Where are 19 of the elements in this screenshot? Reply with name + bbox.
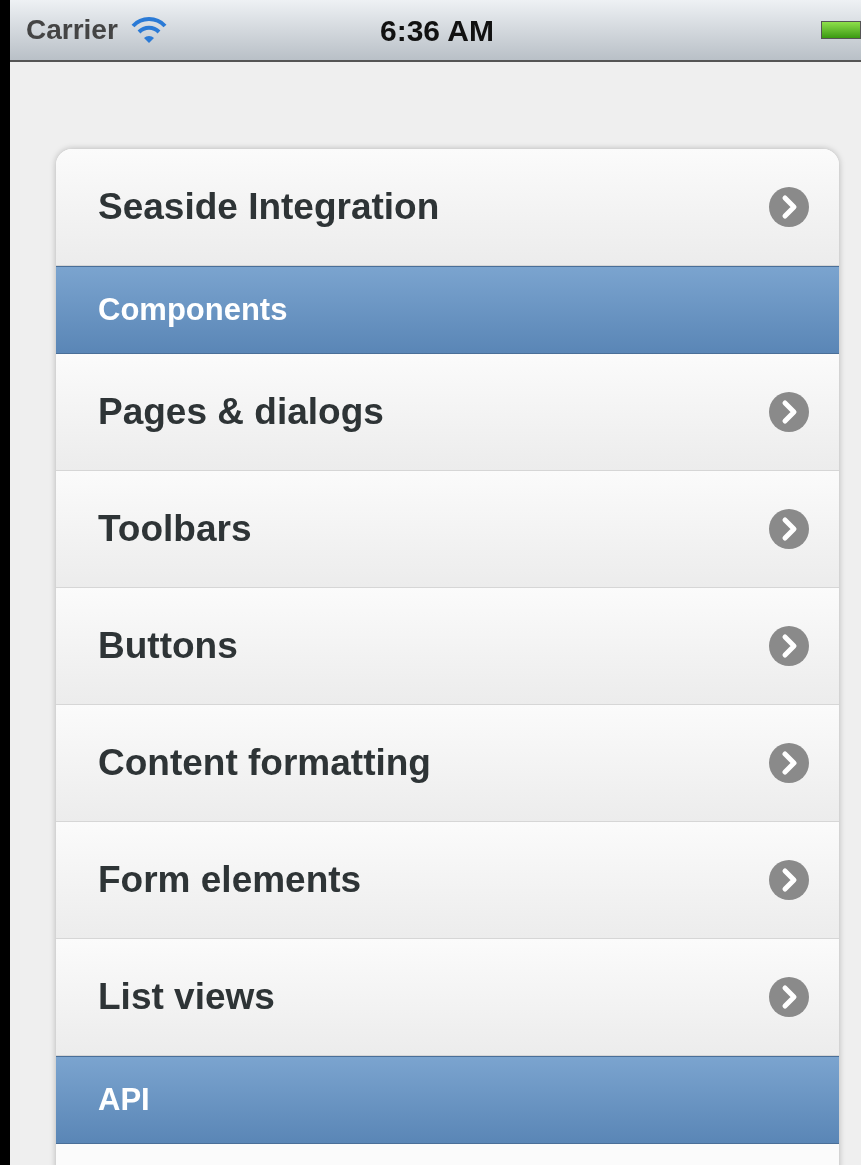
list-item[interactable]: Seaside Integration	[56, 149, 839, 266]
chevron-circle-icon	[769, 743, 809, 783]
chevron-circle-icon	[769, 626, 809, 666]
section-header: API	[56, 1056, 839, 1144]
list-item[interactable]: Content formatting	[56, 705, 839, 822]
list-item[interactable]: Buttons	[56, 588, 839, 705]
section-header: Components	[56, 266, 839, 354]
wifi-icon	[129, 16, 168, 44]
carrier-label: Carrier	[26, 13, 118, 47]
chevron-circle-icon	[769, 509, 809, 549]
list-item[interactable]: Form elements	[56, 822, 839, 939]
status-time: 6:36 AM	[380, 12, 494, 49]
list-item[interactable]: Toolbars	[56, 471, 839, 588]
chevron-circle-icon	[769, 392, 809, 432]
chevron-circle-icon	[769, 187, 809, 227]
list-item[interactable]: Pages & dialogs	[56, 354, 839, 471]
chevron-circle-icon	[769, 860, 809, 900]
chevron-circle-icon	[769, 977, 809, 1017]
list-item[interactable]: List views	[56, 939, 839, 1056]
